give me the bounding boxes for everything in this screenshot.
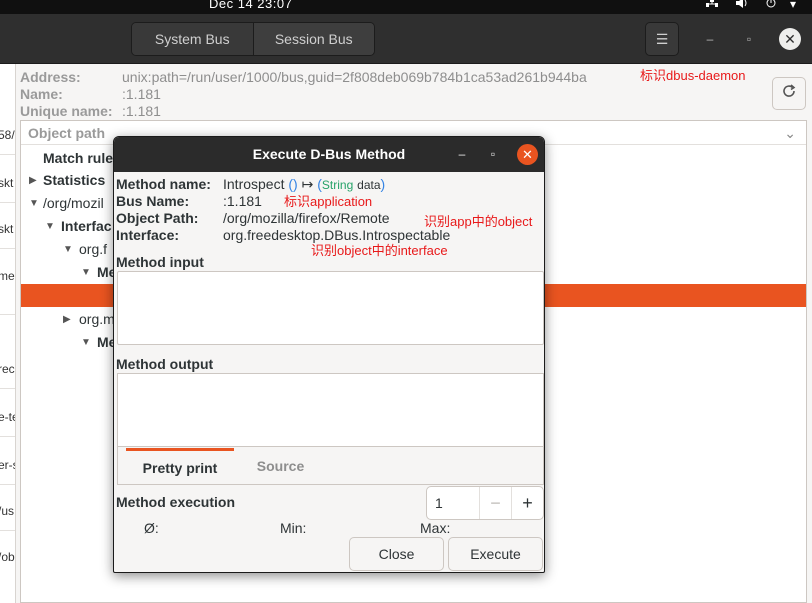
dialog-close-button[interactable]: ✕: [517, 144, 538, 165]
bus-name-list[interactable]: 58/ skt skt me rec e-te er-s /us /ob: [0, 64, 16, 603]
method-input-label: Method input: [116, 254, 204, 270]
annotation-application: 标识application: [284, 194, 373, 209]
increment-button[interactable]: +: [511, 487, 543, 519]
object-path-value: /org/mozilla/firefox/Remote: [223, 210, 390, 226]
list-item[interactable]: /ob: [0, 550, 15, 564]
tab-pretty-print[interactable]: Pretty print: [126, 448, 234, 484]
dialog-title: Execute D-Bus Method: [252, 146, 406, 162]
list-item[interactable]: skt: [0, 222, 13, 236]
unique-name-value: :1.181: [122, 103, 161, 119]
list-item[interactable]: e-te: [0, 410, 15, 424]
interface-label: Interface:: [116, 227, 180, 243]
tree-header-label: Object path: [28, 125, 106, 141]
chevron-down-icon: ⌄: [784, 125, 796, 141]
name-label: Name:: [20, 86, 63, 102]
method-execution-label: Method execution: [116, 494, 236, 510]
annotation-daemon: 标识dbus-daemon: [640, 68, 746, 83]
tab-source[interactable]: Source: [243, 448, 318, 484]
network-icon[interactable]: [705, 0, 719, 11]
arg-name: data: [357, 178, 381, 192]
method-name-value: Introspect: [223, 176, 285, 192]
power-icon[interactable]: [765, 0, 777, 11]
bus-name-label: Bus Name:: [116, 193, 190, 209]
expander-down-icon[interactable]: ▼: [81, 331, 91, 354]
expander-down-icon[interactable]: ▼: [45, 215, 55, 238]
minimize-icon[interactable]: –: [454, 146, 470, 162]
minimize-icon[interactable]: –: [698, 26, 722, 52]
method-name-label: Method name:: [116, 176, 211, 192]
list-item[interactable]: skt: [0, 176, 13, 190]
list-item[interactable]: /us: [0, 504, 14, 518]
volume-icon[interactable]: [735, 0, 749, 11]
bus-switcher: System Bus Session Bus: [131, 22, 375, 56]
list-item[interactable]: me: [0, 269, 15, 283]
address-label: Address:: [20, 69, 81, 85]
session-bus-button[interactable]: Session Bus: [252, 23, 374, 55]
method-input-field[interactable]: [117, 271, 544, 345]
object-path-label: Object Path:: [116, 210, 199, 226]
expander-right-icon[interactable]: ▶: [29, 169, 37, 192]
expander-right-icon[interactable]: ▶: [63, 308, 71, 331]
refresh-icon: [781, 83, 797, 104]
dialog-titlebar[interactable]: Execute D-Bus Method – ▫ ✕: [114, 137, 544, 172]
min-time-label: Min:: [280, 520, 307, 536]
menu-icon[interactable]: ☰: [645, 22, 679, 56]
max-time-label: Max:: [420, 520, 451, 536]
chevron-down-icon[interactable]: ▾: [790, 0, 796, 11]
list-item[interactable]: rec: [0, 362, 15, 376]
refresh-button[interactable]: [772, 77, 806, 110]
header-bar: System Bus Session Bus ☰ – ▫ ✕: [0, 14, 812, 64]
expander-down-icon[interactable]: ▼: [29, 192, 39, 215]
decrement-button[interactable]: −: [479, 487, 511, 519]
repeat-count-value[interactable]: 1: [435, 495, 443, 511]
address-value: unix:path=/run/user/1000/bus,guid=2f808d…: [122, 69, 587, 85]
method-output-label: Method output: [116, 356, 214, 372]
average-time-label: Ø:: [144, 520, 159, 536]
list-item[interactable]: er-s: [0, 458, 15, 472]
expander-down-icon[interactable]: ▼: [63, 238, 73, 261]
list-item[interactable]: 58/: [0, 128, 15, 142]
method-output-field[interactable]: [118, 374, 543, 447]
top-panel: Dec 14 23:07 ▾: [0, 0, 812, 14]
arg-type: String: [321, 178, 354, 192]
execute-method-dialog: Execute D-Bus Method – ▫ ✕ Method name: …: [113, 136, 545, 573]
unique-name-label: Unique name:: [20, 103, 113, 119]
clock[interactable]: Dec 14 23:07: [209, 0, 292, 11]
expander-down-icon[interactable]: ▼: [81, 261, 91, 284]
annotation-interface: 识别object中的interface: [311, 243, 448, 258]
repeat-count-stepper[interactable]: 1 − +: [426, 486, 544, 520]
close-icon[interactable]: ✕: [779, 28, 801, 50]
maximize-icon[interactable]: ▫: [737, 26, 761, 52]
maximize-icon[interactable]: ▫: [485, 146, 501, 162]
system-bus-button[interactable]: System Bus: [132, 23, 253, 55]
method-output-panel: Pretty print Source: [117, 373, 544, 485]
bus-name-value: :1.181: [223, 193, 262, 209]
execute-button[interactable]: Execute: [448, 537, 543, 571]
name-value: :1.181: [122, 86, 161, 102]
close-button[interactable]: Close: [349, 537, 444, 571]
